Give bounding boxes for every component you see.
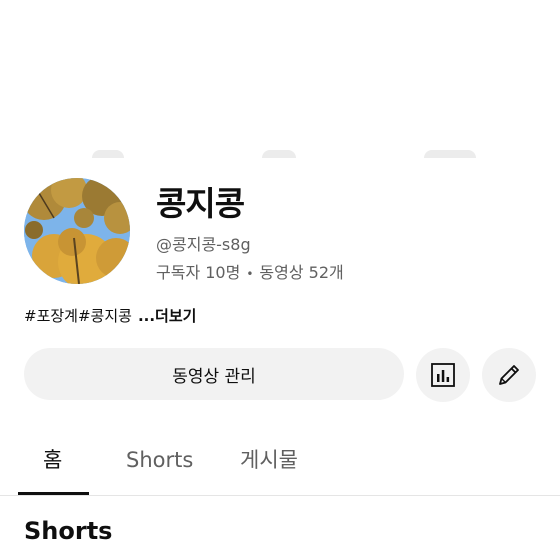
tab-home[interactable]: 홈 <box>43 446 62 474</box>
channel-name: 콩지콩 <box>156 184 245 223</box>
more-link[interactable]: ...더보기 <box>138 307 197 325</box>
subscriber-count: 구독자 10명 <box>156 263 241 282</box>
description-text: #포장계#콩지콩 <box>24 307 132 325</box>
analytics-button[interactable] <box>416 348 470 402</box>
channel-stats: 구독자 10명 • 동영상 52개 <box>156 263 344 284</box>
tab-shorts[interactable]: Shorts <box>126 446 193 474</box>
edit-button[interactable] <box>482 348 536 402</box>
channel-description[interactable]: #포장계#콩지콩 ...더보기 <box>24 306 196 326</box>
stats-separator: • <box>246 267 254 281</box>
channel-banner <box>0 0 560 158</box>
pencil-icon <box>499 365 519 385</box>
shorts-section-title: Shorts <box>24 517 113 545</box>
channel-avatar[interactable] <box>24 178 130 284</box>
channel-tabs: 홈 Shorts 게시물 <box>0 432 560 496</box>
video-count: 동영상 52개 <box>259 263 344 282</box>
manage-videos-button[interactable]: 동영상 관리 <box>24 348 404 400</box>
bar-chart-icon <box>431 363 455 387</box>
channel-handle: @콩지콩-s8g <box>156 235 251 254</box>
tab-posts[interactable]: 게시물 <box>240 446 298 474</box>
autumn-tree-icon <box>24 178 130 284</box>
active-tab-indicator <box>18 492 89 495</box>
